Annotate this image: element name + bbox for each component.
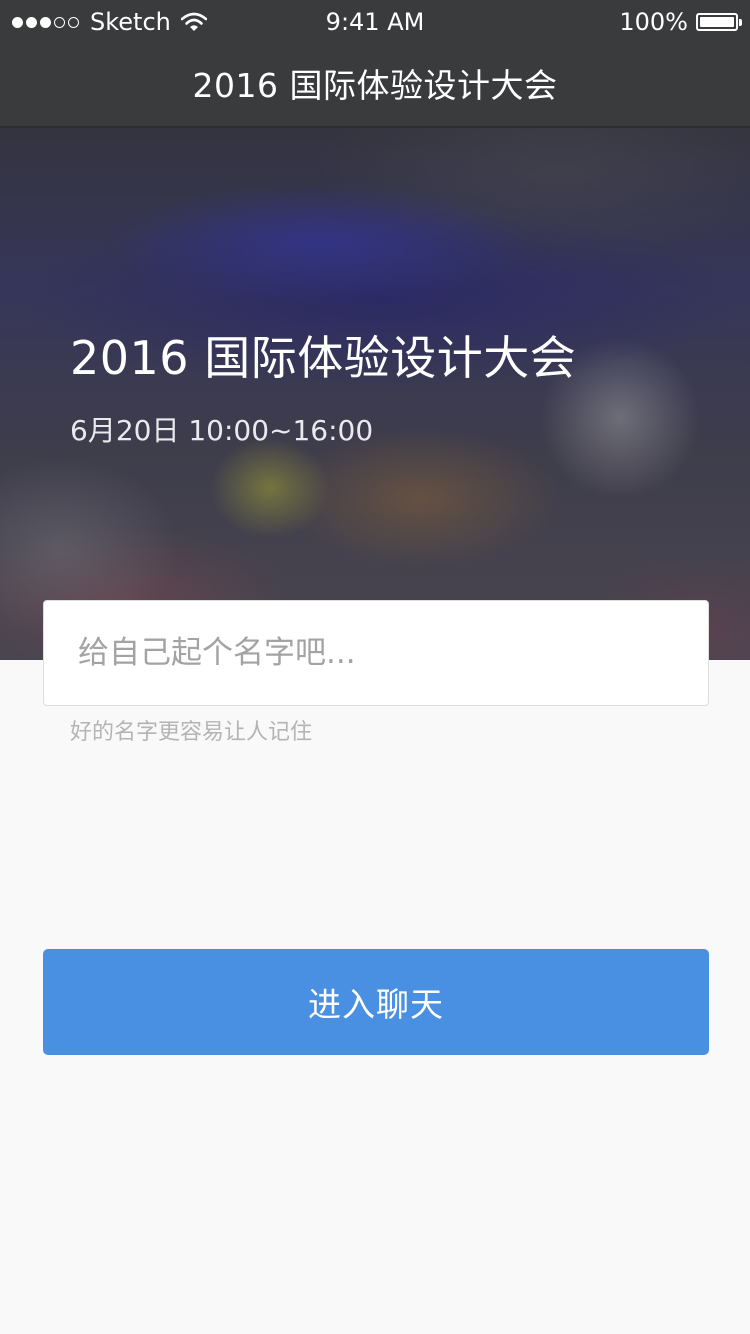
enter-chat-button[interactable]: 进入聊天 [43,949,709,1055]
battery-icon [696,13,742,31]
nickname-hint: 好的名字更容易让人记住 [70,720,313,745]
event-date: 6月20日 10:00~16:00 [70,414,374,447]
battery-level-fill [700,17,734,27]
event-title: 2016 国际体验设计大会 [70,331,577,385]
status-right: 100% [619,0,742,44]
hero-banner: 2016 国际体验设计大会 6月20日 10:00~16:00 [0,128,750,660]
battery-percent: 100% [619,8,688,36]
nav-title: 2016 国际体验设计大会 [192,66,558,105]
status-bar: Sketch 9:41 AM 100% [0,0,750,44]
top-bar: Sketch 9:41 AM 100% 2016 国际体验设计大会 [0,0,750,128]
nickname-input[interactable] [43,600,709,706]
hero-background-image [0,128,750,660]
